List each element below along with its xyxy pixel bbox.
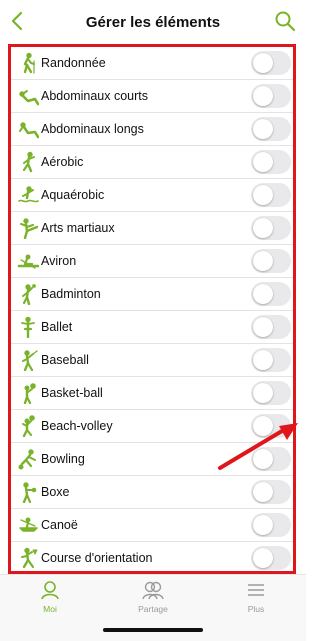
toggle-switch[interactable] (251, 282, 291, 306)
canoe-icon (19, 517, 38, 532)
tab-label-moi: Moi (43, 604, 57, 614)
beach-volley-icon (22, 415, 35, 437)
aerobics-icon (22, 151, 35, 173)
toggle-switch[interactable] (251, 51, 291, 75)
list-item: Aérobic (11, 146, 293, 179)
people-icon (142, 581, 164, 600)
item-label: Bowling (41, 452, 85, 466)
tab-label-partage: Partage (138, 604, 168, 614)
toggle-switch[interactable] (251, 348, 291, 372)
toggle-switch[interactable] (251, 249, 291, 273)
search-icon (275, 11, 296, 32)
aqua-aerobics-icon (18, 186, 39, 203)
toggle-knob (253, 53, 273, 73)
hiking-icon (23, 52, 35, 74)
activity-list: Randonnée Abdominaux courts Abdominaux lon… (8, 44, 296, 574)
list-item: Aviron (11, 245, 293, 278)
toggle-switch[interactable] (251, 381, 291, 405)
person-icon (41, 581, 59, 600)
toggle-switch[interactable] (251, 414, 291, 438)
item-label: Arts martiaux (41, 221, 115, 235)
toggle-switch[interactable] (251, 480, 291, 504)
toggle-knob (253, 119, 273, 139)
home-indicator (103, 628, 203, 632)
toggle-switch[interactable] (251, 183, 291, 207)
item-label: Aérobic (41, 155, 84, 169)
toggle-knob (253, 350, 273, 370)
item-label: Canoë (41, 518, 78, 532)
tab-moi[interactable]: Moi (20, 579, 80, 619)
list-item: Basket-ball (11, 377, 293, 410)
item-label: Randonnée (41, 56, 106, 70)
item-label: Basket-ball (41, 386, 103, 400)
crunches-icon (19, 90, 39, 106)
badminton-icon (22, 284, 36, 305)
item-label: Badminton (41, 287, 101, 301)
toggle-switch[interactable] (251, 315, 291, 339)
boxing-icon (22, 482, 37, 503)
toggle-knob (253, 548, 273, 568)
orienteering-icon (21, 547, 38, 569)
item-label: Abdominaux longs (41, 122, 144, 136)
toggle-switch[interactable] (251, 513, 291, 537)
item-label: Beach-volley (41, 419, 113, 433)
item-label: Aviron (41, 254, 77, 268)
toggle-switch[interactable] (251, 216, 291, 240)
toggle-knob (253, 251, 273, 271)
toggle-knob (253, 383, 273, 403)
item-label: Course d'orientation (41, 551, 153, 565)
toggle-knob (253, 416, 273, 436)
tab-plus[interactable]: Plus (226, 579, 286, 619)
list-item: Arts martiaux (11, 212, 293, 245)
nav-header: Gérer les éléments (0, 0, 306, 44)
tab-partage[interactable]: Partage (123, 579, 183, 619)
list-item: Ballet (11, 311, 293, 344)
item-label: Boxe (41, 485, 70, 499)
list-item: Aquaérobic (11, 179, 293, 212)
page-title: Gérer les éléments (85, 14, 221, 31)
toggle-switch[interactable] (251, 546, 291, 570)
menu-icon (248, 584, 264, 596)
list-item: Course d'orientation (11, 542, 293, 571)
situps-icon (19, 122, 39, 139)
search-button[interactable] (274, 10, 298, 34)
item-label: Aquaérobic (41, 188, 105, 202)
basketball-icon (23, 383, 36, 404)
list-item: Canoë (11, 509, 293, 542)
toggle-knob (253, 482, 273, 502)
list-item: Beach-volley (11, 410, 293, 443)
list-item: Baseball (11, 344, 293, 377)
list-item: Boxe (11, 476, 293, 509)
toggle-knob (253, 185, 273, 205)
list-item: Badminton (11, 278, 293, 311)
toggle-knob (253, 515, 273, 535)
list-item: Randonnée (11, 47, 293, 80)
rowing-icon (17, 254, 39, 269)
list-item: Abdominaux longs (11, 113, 293, 146)
toggle-switch[interactable] (251, 117, 291, 141)
toggle-switch[interactable] (251, 447, 291, 471)
item-label: Ballet (41, 320, 73, 334)
list-item: Abdominaux courts (11, 80, 293, 113)
toggle-knob (253, 317, 273, 337)
baseball-icon (22, 350, 38, 371)
toggle-knob (253, 284, 273, 304)
toggle-switch[interactable] (251, 150, 291, 174)
toggle-knob (253, 449, 273, 469)
toggle-knob (253, 218, 273, 238)
tab-label-plus: Plus (247, 604, 265, 614)
toggle-knob (253, 86, 273, 106)
item-label: Abdominaux courts (41, 89, 149, 103)
martial-arts-icon (20, 218, 39, 239)
toggle-switch[interactable] (251, 84, 291, 108)
ballet-icon (21, 316, 35, 338)
toggle-knob (253, 152, 273, 172)
item-label: Baseball (41, 353, 89, 367)
bowling-icon (18, 449, 36, 470)
list-item: Bowling (11, 443, 293, 476)
